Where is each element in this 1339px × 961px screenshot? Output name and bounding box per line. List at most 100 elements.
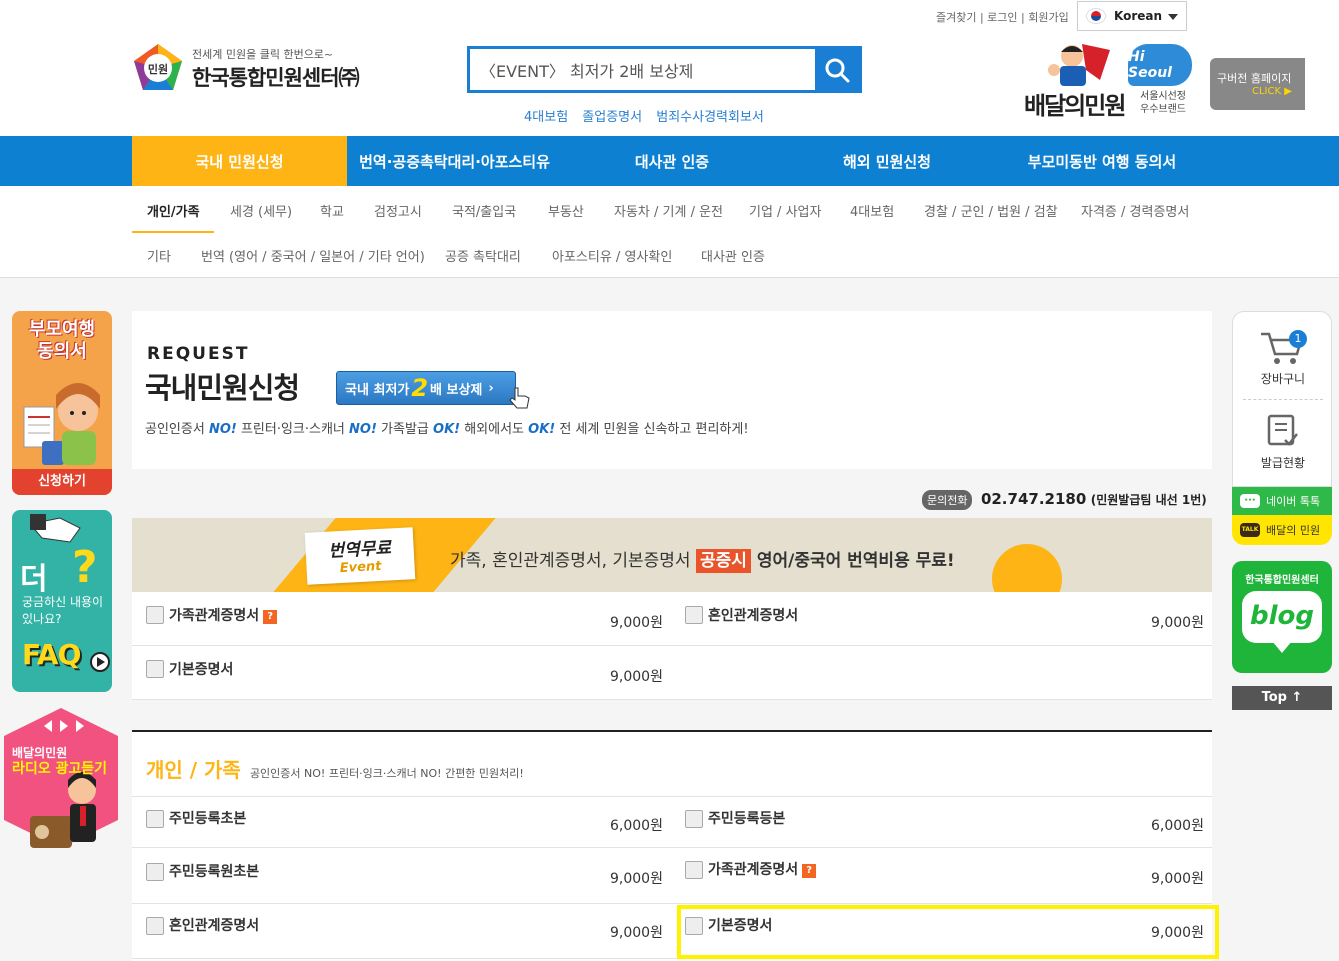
document-check-icon	[1267, 414, 1298, 446]
event-text-highlight: 공증시	[695, 549, 751, 573]
desc-text-1: 공인인증서	[145, 422, 209, 437]
subnav-realestate[interactable]: 부동산	[548, 201, 584, 220]
quicklink-criminal-record[interactable]: 범죄수사경력회보서	[656, 110, 764, 125]
item-name[interactable]: 기본증명서	[708, 915, 772, 935]
subnav-etc[interactable]: 기타	[147, 246, 171, 265]
naver-talk-icon: •••	[1240, 494, 1260, 508]
event-card: 번역무료 Event	[304, 527, 416, 585]
travel-consent-apply-button[interactable]: 신청하기	[12, 469, 112, 495]
mainnav-domestic[interactable]: 국내 민원신청	[132, 136, 347, 186]
item-name[interactable]: 주민등록초본	[169, 808, 246, 828]
subnav-police[interactable]: 경찰 / 군인 / 법원 / 검찰	[924, 201, 1058, 220]
subnav-apostille[interactable]: 아포스티유 / 영사확인	[552, 246, 672, 265]
cart-button[interactable]: 1 장바구니	[1233, 312, 1333, 398]
faq-subtitle: 궁금하신 내용이 있나요?	[22, 595, 104, 626]
item-price: 9,000원	[1151, 615, 1204, 631]
chevron-down-icon	[1168, 14, 1178, 20]
item-name[interactable]: 주민등록원초본	[169, 861, 259, 881]
item-price: 9,000원	[610, 615, 663, 631]
event-text: 가족, 혼인관계증명서, 기본증명서 공증시 영어/중국어 번역비용 무료!	[450, 546, 955, 573]
subnav-vehicle[interactable]: 자동차 / 기계 / 운전	[614, 201, 723, 220]
free-translation-event-banner[interactable]: 번역무료 Event 가족, 혼인관계증명서, 기본증명서 공증시 영어/중국어…	[132, 518, 1212, 592]
desc-ok-1: OK!	[433, 422, 461, 437]
item-name[interactable]: 혼인관계증명서	[169, 915, 259, 935]
checkbox[interactable]	[146, 606, 164, 624]
subnav-tax[interactable]: 세경 (세무)	[230, 201, 292, 220]
radio-ad-subtitle: 라디오 광고듣기	[12, 761, 108, 777]
request-header: REQUEST 국내민원신청 국내 최저가 2 배 보상제 › 공인인증서 NO…	[132, 311, 1212, 469]
item-name[interactable]: 가족관계증명서?	[169, 605, 278, 625]
faq-more-text: 더	[20, 562, 48, 597]
kakao-talk-label: 배달의 민원	[1266, 524, 1321, 537]
site-logo[interactable]: 민원 전세계 민원을 클릭 한번으로~ 한국통합민원센터㈜	[132, 42, 392, 94]
item-price: 9,000원	[610, 871, 663, 887]
subnav-ged[interactable]: 검정고시	[374, 201, 422, 220]
radio-ad-banner[interactable]: 배달의민원 라디오 광고듣기	[4, 708, 118, 854]
mainnav-travel-consent[interactable]: 부모미동반 여행 동의서	[992, 136, 1212, 186]
section-heading: 개인 / 가족 공인인증서 NO! 프린터·잉크·스캐너 NO! 간편한 민원처…	[146, 754, 524, 783]
phone-label: 문의전화	[922, 490, 973, 510]
table-row: 주민등록초본 6,000원 주민등록등본 6,000원	[132, 796, 1212, 848]
request-eng-title: REQUEST	[147, 344, 250, 364]
checkbox[interactable]	[146, 917, 164, 935]
travel-consent-banner[interactable]: 부모여행 동의서 신청하기	[12, 311, 112, 495]
logo-name: 한국통합민원센터㈜	[192, 66, 360, 90]
language-select[interactable]: Korean	[1077, 1, 1187, 31]
old-homepage-button[interactable]: 구버전 홈페이지 CLICK ▶	[1210, 58, 1305, 110]
checkbox[interactable]	[146, 863, 164, 881]
table-row: 혼인관계증명서 9,000원 기본증명서 9,000원	[132, 904, 1212, 959]
request-description: 공인인증서 NO! 프린터·잉크·스캐너 NO! 가족발급 OK! 해외에서도 …	[145, 418, 749, 437]
naver-talk-label: 네이버 톡톡	[1266, 495, 1321, 508]
subnav-license[interactable]: 자격증 / 경력증명서	[1081, 201, 1189, 220]
desc-text-5: 전 세계 민원을 신속하고 편리하게!	[555, 422, 749, 437]
item-name[interactable]: 기본증명서	[169, 659, 233, 679]
subnav-notary[interactable]: 공증 촉탁대리	[445, 246, 521, 265]
help-icon[interactable]: ?	[263, 610, 278, 624]
item-name[interactable]: 가족관계증명서?	[708, 859, 817, 879]
quicklink-4insurance[interactable]: 4대보험	[524, 110, 568, 125]
banner-circle	[992, 544, 1062, 592]
kakao-talk-button[interactable]: TALK 배달의 민원	[1232, 515, 1332, 545]
checkbox[interactable]	[685, 861, 703, 879]
item-name-text: 가족관계증명서	[169, 608, 260, 624]
old-homepage-click: CLICK ▶	[1252, 86, 1292, 97]
hiseoul-badge: Hi Seoul	[1128, 44, 1192, 86]
search-input[interactable]	[470, 49, 818, 90]
lowest-price-event-button[interactable]: 국내 최저가 2 배 보상제 ›	[336, 371, 530, 409]
faq-banner[interactable]: 더 ? 궁금하신 내용이 있나요? FAQ	[12, 510, 112, 692]
item-name[interactable]: 주민등록등본	[708, 808, 785, 828]
brand-banner[interactable]: Hi Seoul 배달의민원 서울시선정 우수브랜드	[1024, 40, 1210, 120]
checkbox[interactable]	[685, 810, 703, 828]
blog-button[interactable]: 한국통합민원센터 blog	[1232, 561, 1332, 673]
search-button[interactable]	[815, 49, 859, 90]
subnav-personal-family[interactable]: 개인/가족	[147, 201, 200, 220]
blog-title: 한국통합민원센터	[1245, 575, 1319, 586]
section-subtitle: 공인인증서 NO! 프린터·잉크·스캐너 NO! 간편한 민원처리!	[249, 767, 524, 780]
pointer-hand-icon	[509, 387, 530, 409]
checkbox[interactable]	[685, 606, 703, 624]
subnav-embassy[interactable]: 대사관 인증	[701, 246, 765, 265]
top-links[interactable]: 즐겨찾기 | 로그인 | 회원가입	[936, 9, 1069, 25]
mainnav-translation[interactable]: 번역·공증촉탁대리·아포스티유	[347, 136, 562, 186]
quicklink-graduation[interactable]: 졸업증명서	[582, 110, 642, 125]
checkbox[interactable]	[146, 660, 164, 678]
kakao-talk-icon: TALK	[1240, 523, 1260, 537]
svg-text:민원: 민원	[148, 62, 168, 76]
mainnav-overseas[interactable]: 해외 민원신청	[782, 136, 992, 186]
subnav-4insurance[interactable]: 4대보험	[850, 201, 894, 220]
back-to-top-button[interactable]: Top ↑	[1232, 686, 1332, 710]
naver-talk-button[interactable]: ••• 네이버 톡톡	[1232, 487, 1332, 515]
help-icon[interactable]: ?	[802, 864, 817, 878]
subnav-translation[interactable]: 번역 (영어 / 중국어 / 일본어 / 기타 언어)	[201, 246, 425, 265]
panel-divider	[1243, 399, 1323, 400]
mainnav-embassy[interactable]: 대사관 인증	[562, 136, 782, 186]
issue-status-button[interactable]: 발급현황	[1233, 402, 1333, 486]
cart-label: 장바구니	[1260, 372, 1306, 386]
subnav-school[interactable]: 학교	[320, 201, 344, 220]
item-name[interactable]: 혼인관계증명서	[708, 605, 798, 625]
subnav-business[interactable]: 기업 / 사업자	[749, 201, 821, 220]
checkbox[interactable]	[685, 917, 703, 935]
desc-text-4: 해외에서도	[460, 422, 529, 437]
checkbox[interactable]	[146, 810, 164, 828]
subnav-nationality[interactable]: 국적/출입국	[452, 201, 516, 220]
